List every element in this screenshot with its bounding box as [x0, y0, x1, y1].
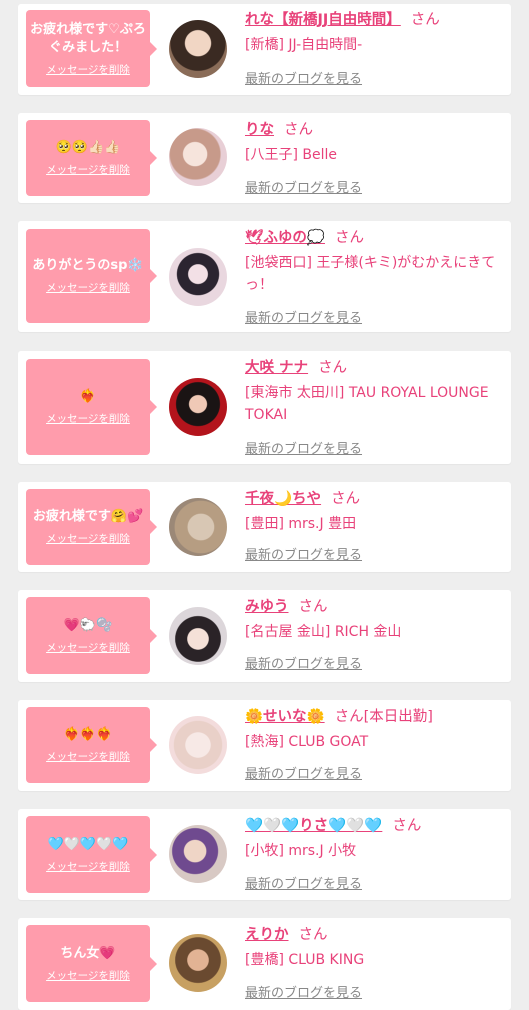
message-text: ちん女💗	[60, 945, 116, 961]
avatar[interactable]	[169, 498, 227, 556]
latest-blog-link[interactable]: 最新のブログを見る	[245, 438, 362, 457]
message-card: 🩵🤍🩵🤍🩵 メッセージを削除 🩵🤍🩵りさ🩵🤍🩵 さん [小牧] mrs.J 小牧 …	[18, 809, 511, 900]
avatar[interactable]	[169, 20, 227, 78]
cast-name-link[interactable]: 🌼せいな🌼	[245, 709, 325, 725]
avatar[interactable]	[169, 934, 227, 992]
message-card: ❤️‍🔥❤️‍🔥❤️‍🔥 メッセージを削除 🌼せいな🌼 さん[本日出勤] [熱海]…	[18, 700, 511, 791]
latest-blog-link[interactable]: 最新のブログを見る	[245, 873, 362, 892]
message-bubble: ❤️‍🔥❤️‍🔥❤️‍🔥 メッセージを削除	[26, 707, 157, 783]
message-text: 💗🐑🫧	[63, 617, 113, 633]
latest-blog-link[interactable]: 最新のブログを見る	[245, 763, 362, 782]
avatar[interactable]	[169, 248, 227, 306]
message-card: 💗🐑🫧 メッセージを削除 みゆう さん [名古屋 金山] RICH 金山 最新のブ…	[18, 590, 511, 682]
message-text: 🩵🤍🩵🤍🩵	[47, 836, 129, 852]
latest-blog-link[interactable]: 最新のブログを見る	[245, 982, 362, 1001]
avatar[interactable]	[169, 378, 227, 436]
message-text: ❤️‍🔥	[79, 389, 97, 404]
message-bubble: お疲れ様です🤗💕 メッセージを削除	[26, 489, 157, 565]
cast-name-link[interactable]: 🩵🤍🩵りさ🩵🤍🩵	[245, 818, 382, 834]
latest-blog-link[interactable]: 最新のブログを見る	[245, 544, 362, 563]
shop-name: [名古屋 金山] RICH 金山	[245, 624, 402, 640]
honorific: さん	[298, 599, 328, 615]
shop-name: [池袋西口] 王子様(キミ)がむかえにきてっ！	[245, 255, 496, 293]
avatar[interactable]	[169, 716, 227, 774]
message-bubble: ありがとうのsp❄️ メッセージを削除	[26, 229, 157, 323]
message-card: お疲れ様です🤗💕 メッセージを削除 千夜🌙ちや さん [豊田] mrs.J 豊田 …	[18, 482, 511, 572]
message-bubble: ちん女💗 メッセージを削除	[26, 925, 157, 1002]
message-card: 🥺🥺👍🏻👍🏻 メッセージを削除 りな さん [八王子] Belle 最新のブログを…	[18, 113, 511, 203]
shop-name: [熱海] CLUB GOAT	[245, 734, 369, 750]
message-card: ❤️‍🔥 メッセージを削除 大咲 ナナ さん [東海市 太田川] TAU ROYA…	[18, 351, 511, 464]
honorific: さん	[410, 12, 440, 28]
cast-name-link[interactable]: 千夜🌙ちや	[245, 491, 321, 507]
avatar[interactable]	[169, 128, 227, 186]
message-card: ありがとうのsp❄️ メッセージを削除 🕊ふゆの💭 さん [池袋西口] 王子様(キ…	[18, 221, 511, 332]
shop-name: [豊田] mrs.J 豊田	[245, 516, 357, 532]
delete-message-link[interactable]: メッセージを削除	[46, 531, 130, 546]
shop-name: [小牧] mrs.J 小牧	[245, 843, 357, 859]
honorific: さん	[284, 122, 313, 138]
delete-message-link[interactable]: メッセージを削除	[46, 62, 130, 77]
latest-blog-link[interactable]: 最新のブログを見る	[245, 68, 362, 87]
delete-message-link[interactable]: メッセージを削除	[46, 749, 130, 764]
delete-message-link[interactable]: メッセージを削除	[46, 280, 130, 295]
shop-name: [新橋] JJ-自由時間-	[245, 37, 363, 53]
avatar[interactable]	[169, 825, 227, 883]
delete-message-link[interactable]: メッセージを削除	[46, 859, 130, 874]
delete-message-link[interactable]: メッセージを削除	[46, 162, 130, 177]
cast-name-link[interactable]: 大咲 ナナ	[245, 360, 308, 376]
delete-message-link[interactable]: メッセージを削除	[46, 640, 130, 655]
cast-name-link[interactable]: りな	[245, 122, 274, 138]
latest-blog-link[interactable]: 最新のブログを見る	[245, 307, 362, 326]
honorific: さん	[392, 818, 422, 834]
shop-name: [八王子] Belle	[245, 147, 337, 163]
message-text: 🥺🥺👍🏻👍🏻	[55, 140, 121, 155]
latest-blog-link[interactable]: 最新のブログを見る	[245, 177, 362, 196]
cast-name-link[interactable]: 🕊ふゆの💭	[245, 230, 325, 246]
message-bubble: 💗🐑🫧 メッセージを削除	[26, 597, 157, 674]
message-bubble: お疲れ様です♡ぷろぐみました！ メッセージを削除	[26, 10, 157, 87]
message-text: お疲れ様です♡ぷろぐみました！	[30, 21, 146, 55]
honorific: さん	[334, 230, 364, 246]
cast-name-link[interactable]: みゆう	[245, 599, 289, 615]
shop-name: [豊橋] CLUB KING	[245, 952, 365, 968]
message-bubble: 🩵🤍🩵🤍🩵 メッセージを削除	[26, 816, 157, 893]
message-card: ちん女💗 メッセージを削除 えりか さん [豊橋] CLUB KING 最新のブロ…	[18, 918, 511, 1010]
latest-blog-link[interactable]: 最新のブログを見る	[245, 653, 362, 672]
avatar[interactable]	[169, 607, 227, 665]
message-text: お疲れ様です🤗💕	[32, 509, 144, 524]
honorific: さん	[331, 491, 361, 507]
message-card: お疲れ様です♡ぷろぐみました！ メッセージを削除 れな【新橋JJ自由時間】 さん …	[18, 4, 511, 95]
shop-name: [東海市 太田川] TAU ROYAL LOUNGE TOKAI	[245, 385, 489, 423]
message-text: ありがとうのsp❄️	[32, 258, 144, 273]
delete-message-link[interactable]: メッセージを削除	[46, 411, 130, 426]
message-bubble: 🥺🥺👍🏻👍🏻 メッセージを削除	[26, 120, 157, 196]
cast-name-link[interactable]: れな【新橋JJ自由時間】	[245, 12, 401, 28]
honorific: さん	[318, 360, 348, 376]
message-text: ❤️‍🔥❤️‍🔥❤️‍🔥	[63, 727, 113, 742]
honorific: さん	[298, 927, 328, 943]
cast-name-link[interactable]: えりか	[245, 927, 289, 943]
honorific: さん[本日出勤]	[334, 709, 433, 725]
delete-message-link[interactable]: メッセージを削除	[46, 968, 130, 983]
message-bubble: ❤️‍🔥 メッセージを削除	[26, 359, 157, 455]
